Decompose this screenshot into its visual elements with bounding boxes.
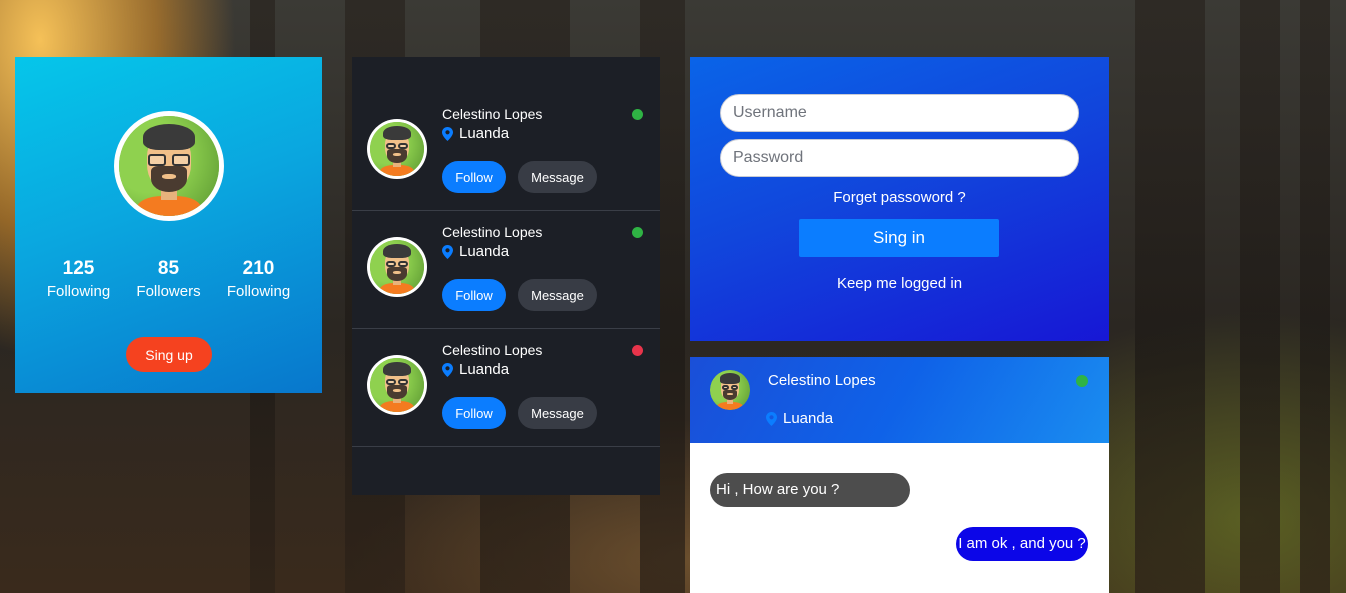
follow-button[interactable]: Follow xyxy=(442,397,506,429)
incoming-message-bubble: Hi , How are you ? xyxy=(710,473,910,507)
chat-contact-location: Luanda xyxy=(766,410,833,427)
contact-location: Luanda xyxy=(442,125,509,142)
list-item: Celestino Lopes Luanda Follow Message xyxy=(352,211,660,329)
stat-following[interactable]: 125 Following xyxy=(34,257,124,300)
location-label: Luanda xyxy=(459,243,510,260)
online-status-icon xyxy=(632,227,643,238)
signin-button[interactable]: Sing in xyxy=(799,219,999,257)
contact-name[interactable]: Celestino Lopes xyxy=(442,342,542,358)
avatar-illustration xyxy=(370,122,424,176)
online-status-icon xyxy=(632,109,643,120)
busy-status-icon xyxy=(632,345,643,356)
stat-label: Following xyxy=(226,283,291,300)
avatar-illustration xyxy=(119,116,219,216)
avatar[interactable] xyxy=(367,237,427,297)
username-input[interactable] xyxy=(720,94,1079,132)
stat-followers[interactable]: 85 Followers xyxy=(124,257,214,300)
avatar[interactable] xyxy=(710,370,750,410)
keep-logged-in-toggle[interactable]: Keep me logged in xyxy=(690,275,1109,292)
password-input[interactable] xyxy=(720,139,1079,177)
contact-name[interactable]: Celestino Lopes xyxy=(442,224,542,240)
avatar[interactable] xyxy=(367,355,427,415)
location-label: Luanda xyxy=(783,410,834,427)
location-pin-icon xyxy=(442,126,453,141)
chat-contact-name[interactable]: Celestino Lopes xyxy=(768,372,876,389)
avatar-illustration xyxy=(370,240,424,294)
stat-value: 85 xyxy=(157,258,180,279)
location-pin-icon xyxy=(442,362,453,377)
location-pin-icon xyxy=(766,411,777,426)
location-label: Luanda xyxy=(459,361,510,378)
login-card: Forget passoword ? Sing in Keep me logge… xyxy=(690,57,1109,341)
message-button[interactable]: Message xyxy=(518,397,597,429)
contact-location: Luanda xyxy=(442,243,509,260)
contact-location: Luanda xyxy=(442,361,509,378)
outgoing-message-bubble: I am ok , and you ? xyxy=(956,527,1088,561)
stat-following-2[interactable]: 210 Following xyxy=(214,257,304,300)
online-status-icon xyxy=(1076,375,1088,387)
avatar[interactable] xyxy=(367,119,427,179)
location-label: Luanda xyxy=(459,125,510,142)
message-button[interactable]: Message xyxy=(518,161,597,193)
contact-name[interactable]: Celestino Lopes xyxy=(442,106,542,122)
forgot-password-link[interactable]: Forget passoword ? xyxy=(690,189,1109,206)
signup-button[interactable]: Sing up xyxy=(126,337,212,372)
stat-value: 210 xyxy=(242,258,275,279)
contact-list-card: Celestino Lopes Luanda Follow Message Ce… xyxy=(352,57,660,495)
chat-header: Celestino Lopes Luanda xyxy=(690,357,1109,443)
stat-label: Followers xyxy=(136,283,201,300)
avatar-illustration xyxy=(710,370,750,410)
list-item: Celestino Lopes Luanda Follow Message xyxy=(352,93,660,211)
message-button[interactable]: Message xyxy=(518,279,597,311)
location-pin-icon xyxy=(442,244,453,259)
follow-button[interactable]: Follow xyxy=(442,161,506,193)
stat-value: 125 xyxy=(62,258,95,279)
profile-card: 125 Following 85 Followers 210 Following… xyxy=(15,57,322,393)
chat-card: Celestino Lopes Luanda Hi , How are you … xyxy=(690,357,1109,593)
follow-button[interactable]: Follow xyxy=(442,279,506,311)
avatar-illustration xyxy=(370,358,424,412)
avatar[interactable] xyxy=(114,111,224,221)
profile-stats: 125 Following 85 Followers 210 Following xyxy=(15,257,322,300)
list-item: Celestino Lopes Luanda Follow Message xyxy=(352,329,660,447)
stat-label: Following xyxy=(46,283,111,300)
